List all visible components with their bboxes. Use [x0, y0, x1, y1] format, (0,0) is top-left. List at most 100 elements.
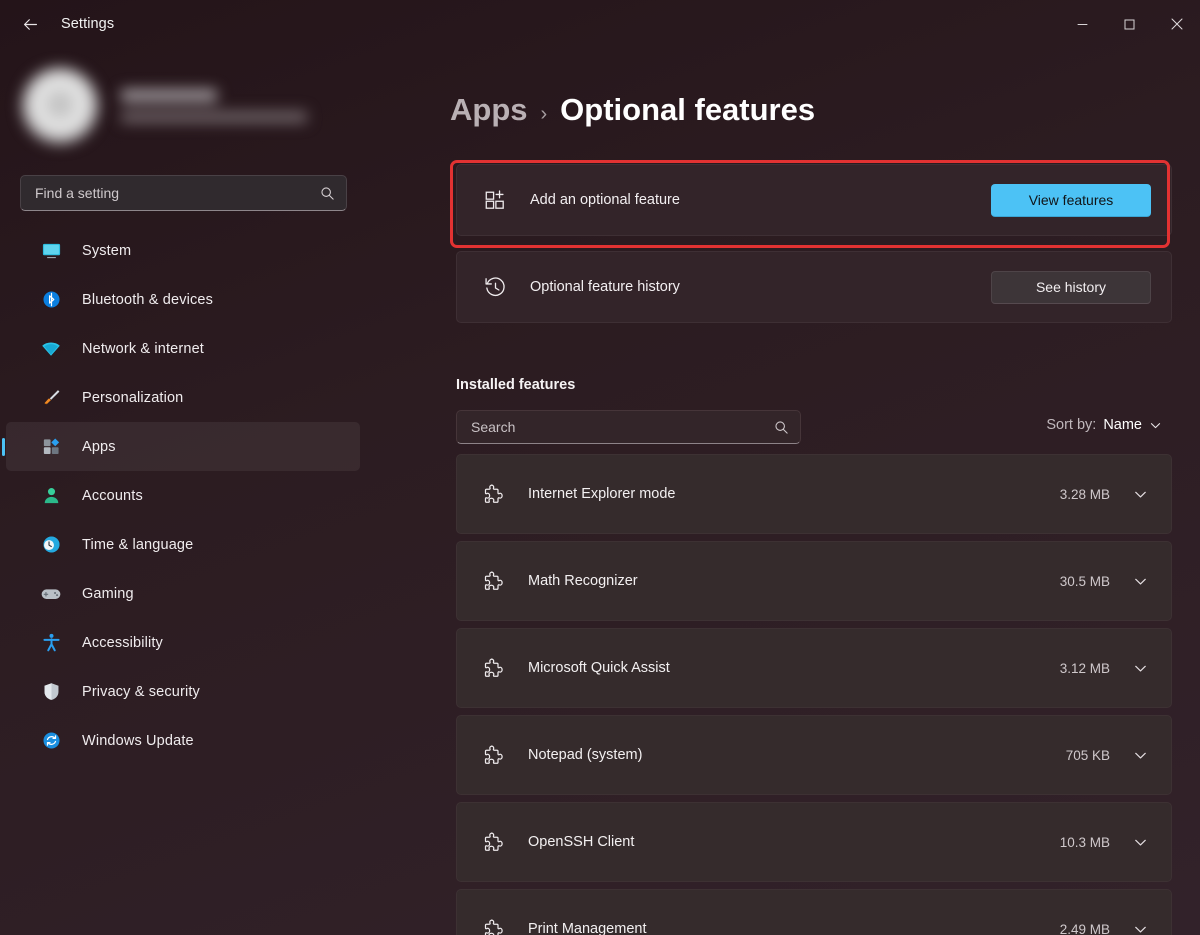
sidebar-item-privacy-security[interactable]: Privacy & security	[6, 667, 360, 716]
title-bar: Settings	[0, 0, 1200, 48]
minimize-button[interactable]	[1059, 0, 1106, 48]
back-button[interactable]	[10, 8, 50, 40]
sidebar-item-gaming[interactable]: Gaming	[6, 569, 360, 618]
accessibility-icon	[40, 632, 62, 654]
maximize-button[interactable]	[1106, 0, 1153, 48]
sidebar-item-windows-update[interactable]: Windows Update	[6, 716, 360, 765]
sidebar-item-label: System	[82, 242, 132, 259]
window-title: Settings	[61, 16, 115, 32]
view-features-button[interactable]: View features	[991, 183, 1151, 217]
sort-by-label: Sort by:	[1046, 417, 1097, 433]
table-row[interactable]: Print Management 2.49 MB	[456, 889, 1172, 935]
maximize-icon	[1124, 19, 1135, 29]
sidebar-item-accessibility[interactable]: Accessibility	[6, 618, 360, 667]
sidebar-item-label: Network & internet	[82, 340, 204, 357]
puzzle-piece-icon	[481, 655, 507, 681]
feature-name: OpenSSH Client	[528, 834, 635, 850]
clock-globe-icon	[40, 534, 62, 556]
feature-name: Print Management	[528, 921, 647, 935]
table-row[interactable]: Microsoft Quick Assist 3.12 MB	[456, 628, 1172, 708]
feature-size: 3.28 MB	[1059, 486, 1110, 502]
sidebar-item-label: Windows Update	[82, 732, 194, 749]
table-row[interactable]: Notepad (system) 705 KB	[456, 715, 1172, 795]
sidebar-item-label: Apps	[82, 438, 116, 455]
chevron-down-icon	[1150, 422, 1161, 428]
breadcrumb-separator: ›	[540, 103, 548, 125]
account-summary[interactable]	[18, 60, 378, 152]
sidebar-item-time-language[interactable]: Time & language	[6, 520, 360, 569]
add-grid-icon	[481, 186, 509, 214]
add-optional-feature-card[interactable]: Add an optional feature View features	[456, 164, 1172, 236]
sidebar-item-label: Accessibility	[82, 634, 163, 651]
chevron-down-icon[interactable]	[1131, 920, 1149, 935]
close-button[interactable]	[1153, 0, 1200, 48]
optional-feature-history-label: Optional feature history	[530, 279, 680, 295]
see-history-button[interactable]: See history	[991, 270, 1151, 304]
window-controls	[1059, 0, 1200, 48]
sidebar-item-label: Time & language	[82, 536, 194, 553]
feature-size: 705 KB	[1065, 747, 1110, 763]
installed-features-heading: Installed features	[456, 377, 576, 393]
search-icon	[775, 420, 788, 434]
account-email-redacted	[121, 111, 307, 123]
sidebar-item-label: Privacy & security	[82, 683, 200, 700]
optional-feature-history-card[interactable]: Optional feature history See history	[456, 251, 1172, 323]
feature-size: 30.5 MB	[1059, 573, 1110, 589]
bluetooth-icon	[40, 289, 62, 311]
sidebar-item-bluetooth-devices[interactable]: Bluetooth & devices	[6, 275, 360, 324]
paintbrush-icon	[40, 387, 62, 409]
puzzle-piece-icon	[481, 829, 507, 855]
wifi-icon	[40, 338, 62, 360]
sidebar: Find a setting System Bluetooth & device…	[0, 48, 404, 935]
sidebar-item-system[interactable]: System	[6, 226, 360, 275]
sidebar-item-label: Bluetooth & devices	[82, 291, 214, 308]
table-row[interactable]: Math Recognizer 30.5 MB	[456, 541, 1172, 621]
installed-features-list: Internet Explorer mode 3.28 MB Math Reco…	[456, 454, 1172, 935]
table-row[interactable]: OpenSSH Client 10.3 MB	[456, 802, 1172, 882]
breadcrumb-parent[interactable]: Apps	[450, 92, 528, 128]
feature-name: Internet Explorer mode	[528, 486, 676, 502]
feature-size: 10.3 MB	[1059, 834, 1110, 850]
feature-name: Notepad (system)	[528, 747, 643, 763]
sidebar-item-network-internet[interactable]: Network & internet	[6, 324, 360, 373]
settings-window: Settings Find a setting System Bluetooth…	[0, 0, 1200, 935]
sort-by-value: Name	[1103, 417, 1142, 433]
minimize-icon	[1077, 23, 1088, 25]
update-refresh-icon	[40, 730, 62, 752]
search-input[interactable]: Search	[456, 410, 801, 444]
add-optional-feature-label: Add an optional feature	[530, 192, 680, 208]
chevron-down-icon[interactable]	[1131, 572, 1149, 590]
back-arrow-icon	[23, 18, 37, 30]
find-setting-input[interactable]: Find a setting	[20, 175, 347, 211]
sidebar-item-label: Accounts	[82, 487, 143, 504]
page-title: Optional features	[560, 92, 816, 127]
puzzle-piece-icon	[481, 568, 507, 594]
sidebar-item-personalization[interactable]: Personalization	[6, 373, 360, 422]
history-clock-icon	[481, 273, 509, 301]
chevron-down-icon[interactable]	[1131, 659, 1149, 677]
chevron-down-icon[interactable]	[1131, 746, 1149, 764]
chevron-down-icon[interactable]	[1131, 485, 1149, 503]
puzzle-piece-icon	[481, 742, 507, 768]
breadcrumb: Apps › Optional features	[450, 92, 815, 128]
puzzle-piece-icon	[481, 916, 507, 935]
shield-icon	[40, 681, 62, 703]
sidebar-item-accounts[interactable]: Accounts	[6, 471, 360, 520]
sidebar-nav: System Bluetooth & devices Network & int…	[0, 226, 380, 765]
account-name-redacted	[121, 89, 217, 102]
puzzle-piece-icon	[481, 481, 507, 507]
apps-icon	[40, 436, 62, 458]
sort-by-dropdown[interactable]: Sort by: Name	[1040, 413, 1168, 437]
monitor-icon	[40, 240, 62, 262]
sidebar-item-label: Gaming	[82, 585, 134, 602]
close-icon	[1170, 18, 1183, 30]
person-icon	[40, 485, 62, 507]
table-row[interactable]: Internet Explorer mode 3.28 MB	[456, 454, 1172, 534]
avatar	[21, 67, 99, 145]
account-text-redacted	[121, 89, 307, 123]
sidebar-item-label: Personalization	[82, 389, 184, 406]
feature-name: Math Recognizer	[528, 573, 638, 589]
sidebar-item-apps[interactable]: Apps	[6, 422, 360, 471]
gamepad-icon	[40, 583, 62, 605]
chevron-down-icon[interactable]	[1131, 833, 1149, 851]
